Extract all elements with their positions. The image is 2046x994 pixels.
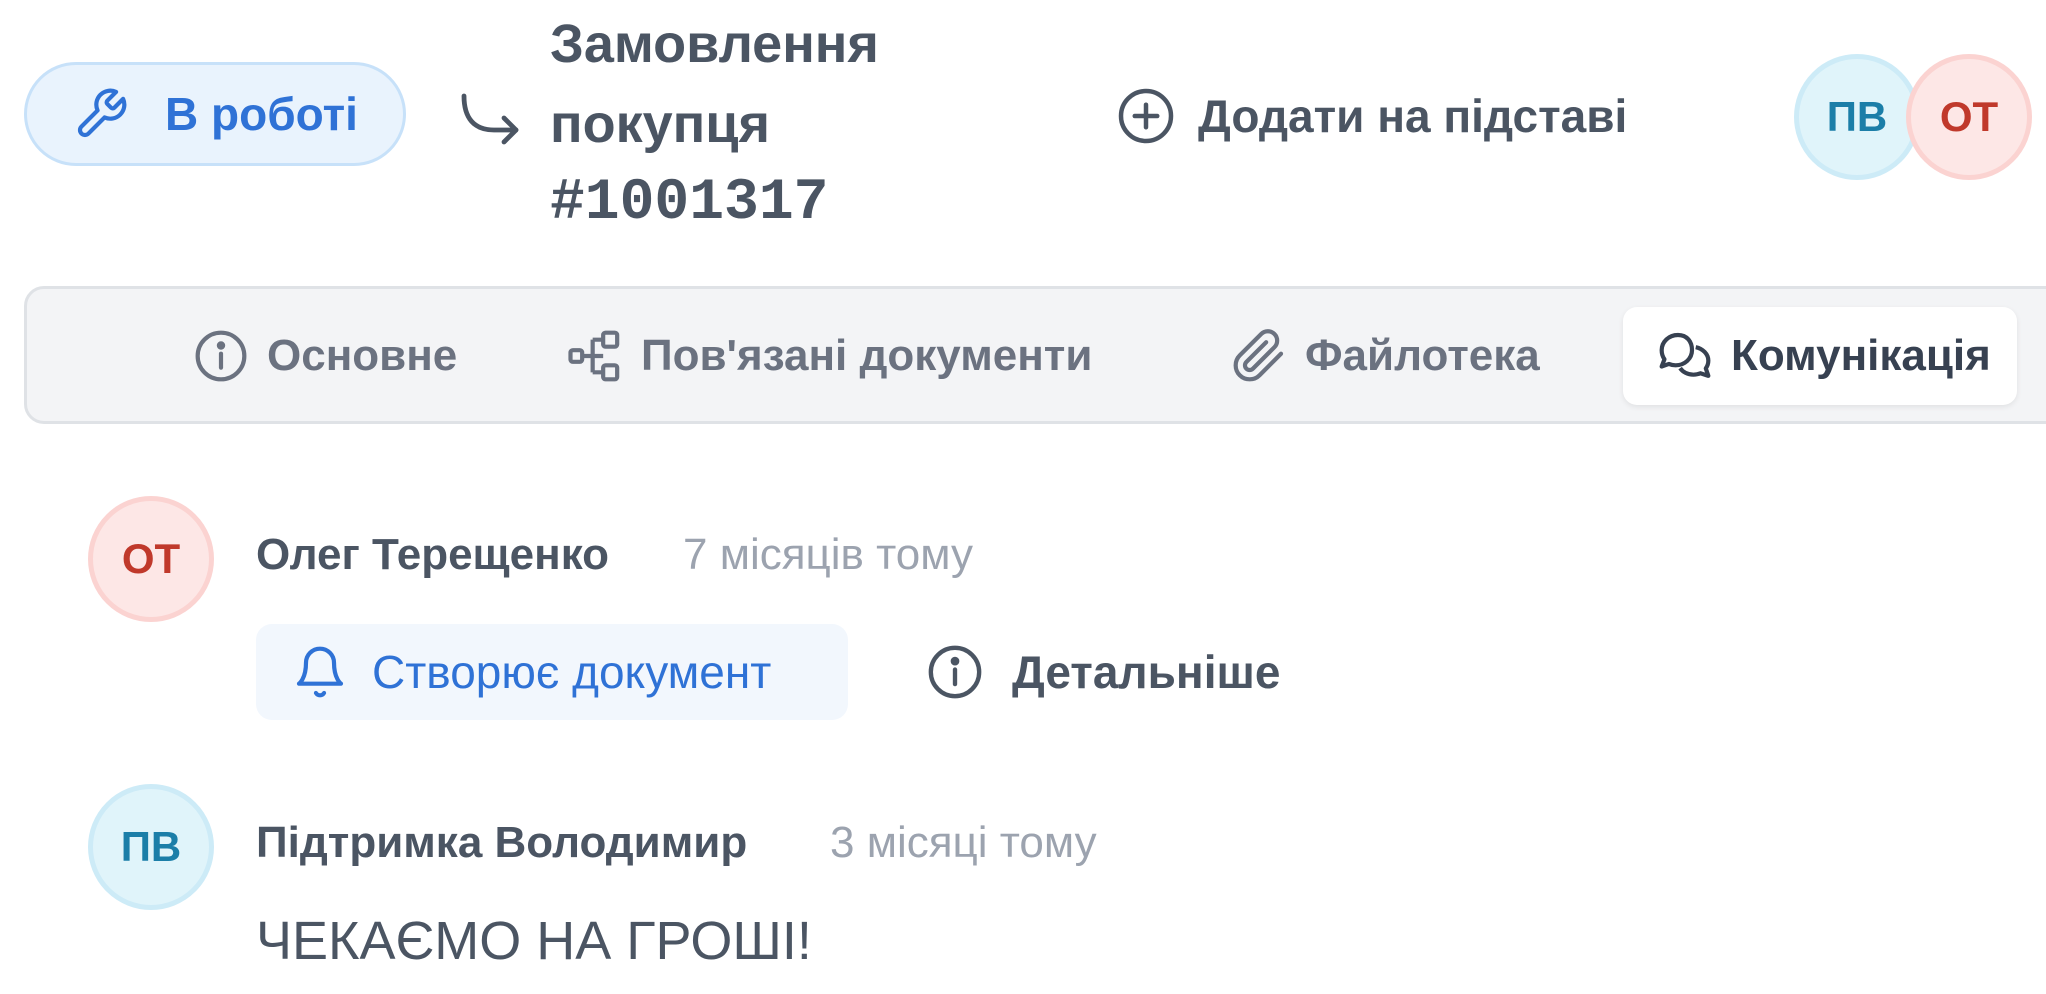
status-badge[interactable]: В роботі	[24, 62, 406, 166]
author-avatar[interactable]: ПВ	[88, 784, 214, 910]
title-line-1: Замовлення	[550, 14, 879, 74]
tab-files[interactable]: Файлотека	[1231, 307, 1540, 405]
wrench-icon	[77, 88, 127, 138]
add-based-on-label: Додати на підставі	[1198, 90, 1628, 142]
tab-related-documents[interactable]: Пов'язані документи	[567, 307, 1092, 405]
participant-avatar[interactable]: ОТ	[1906, 54, 2032, 180]
info-icon	[928, 645, 982, 699]
tab-bar: Основне Пов'язані документи Файлотека Ко…	[24, 286, 2046, 424]
author-avatar[interactable]: ОТ	[88, 496, 214, 622]
add-based-on-button[interactable]: Додати на підставі	[1116, 80, 1627, 152]
status-label: В роботі	[165, 88, 358, 140]
tab-main[interactable]: Основне	[193, 307, 457, 405]
page-title: Замовлення покупця #1001317	[550, 4, 950, 244]
event-badge: Створює документ	[256, 624, 848, 720]
tab-label: Пов'язані документи	[641, 331, 1093, 380]
details-button[interactable]: Детальніше	[926, 636, 1280, 708]
tab-label: Файлотека	[1305, 331, 1540, 380]
corner-down-right-icon	[461, 93, 519, 145]
info-icon	[195, 330, 247, 382]
details-label: Детальніше	[1012, 646, 1281, 698]
chat-icon	[1659, 332, 1711, 378]
bell-icon	[296, 646, 344, 698]
title-line-2: покупця	[550, 94, 770, 154]
author-name: Олег Терещенко	[256, 530, 610, 579]
plus-circle-icon	[1118, 88, 1174, 144]
document-number: #1001317	[550, 171, 829, 236]
timestamp: 7 місяців тому	[683, 530, 973, 579]
participant-avatar[interactable]: ПВ	[1794, 54, 1920, 180]
tab-label: Основне	[267, 331, 458, 380]
author-name: Підтримка Володимир	[256, 818, 748, 867]
tab-communication[interactable]: Комунікація	[1623, 307, 2017, 405]
timestamp: 3 місяці тому	[830, 818, 1097, 867]
paperclip-icon	[1233, 329, 1284, 382]
message-text: ЧЕКАЄМО НА ГРОШІ!	[256, 911, 812, 971]
tab-label: Комунікація	[1731, 331, 1991, 380]
event-label: Створює документ	[372, 646, 772, 698]
hierarchy-icon	[568, 330, 620, 382]
